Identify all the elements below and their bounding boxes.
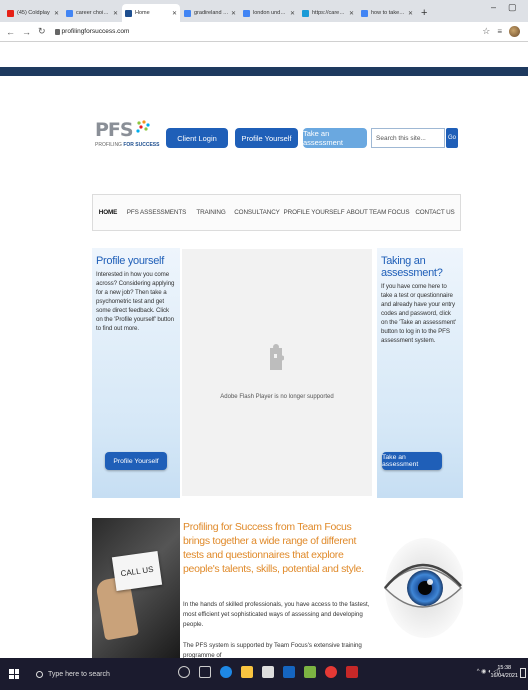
- tab-close-icon[interactable]: ✕: [231, 10, 236, 17]
- bookmark-star-icon[interactable]: ☆: [482, 26, 490, 37]
- site-search-input[interactable]: Search this site...: [371, 128, 445, 148]
- panel-title: Profile yourself: [96, 255, 164, 267]
- browser-tab[interactable]: https://careerspo✕: [299, 4, 357, 22]
- site-top-strip: [0, 67, 528, 76]
- logo-tagline: PROFILING FOR SUCCESS: [95, 142, 160, 148]
- reload-icon[interactable]: ↻: [38, 26, 46, 37]
- tab-close-icon[interactable]: ✕: [54, 10, 59, 17]
- cortana-icon[interactable]: [178, 666, 190, 678]
- call-us-image: CALL US: [92, 518, 180, 658]
- acrobat-icon[interactable]: [346, 666, 358, 678]
- chrome-icon[interactable]: [325, 666, 337, 678]
- nav-profile-yourself[interactable]: PROFILE YOURSELF: [282, 209, 346, 216]
- store-icon[interactable]: [262, 666, 274, 678]
- profile-yourself-panel: Profile yourself Interested in how you c…: [92, 248, 180, 498]
- tab-close-icon[interactable]: ✕: [349, 10, 354, 17]
- tab-close-icon[interactable]: ✕: [290, 10, 295, 17]
- panel-title: Taking an assessment?: [381, 255, 443, 279]
- intro-paragraph: In the hands of skilled professionals, y…: [183, 601, 370, 628]
- taskbar-search[interactable]: Type here to search: [36, 665, 110, 683]
- panel-text: If you have come here to take a test or …: [381, 283, 456, 344]
- maximize-icon[interactable]: ▢: [508, 2, 517, 13]
- windows-start-icon[interactable]: [9, 669, 19, 679]
- google-icon: [361, 9, 368, 17]
- panel-profile-yourself-button[interactable]: Profile Yourself: [105, 452, 167, 470]
- app-icon[interactable]: [304, 666, 316, 678]
- panel-text: Interested in how you come across? Consi…: [96, 271, 175, 332]
- nav-home[interactable]: HOME: [93, 209, 123, 216]
- taskbar-apps: [178, 666, 358, 678]
- notifications-icon[interactable]: [520, 668, 526, 678]
- new-tab-button[interactable]: +: [421, 4, 427, 22]
- windows-taskbar: Type here to search ^ ◉ ◐ ◁) 15:38 16/04…: [0, 658, 528, 690]
- tab-close-icon[interactable]: ✕: [113, 10, 118, 17]
- browser-tab[interactable]: (45) Coldplay ✕: [4, 4, 62, 22]
- pfs-logo[interactable]: PFS PROFILING FOR SUCCESS: [95, 119, 159, 148]
- forward-icon[interactable]: →: [22, 27, 31, 37]
- nav-pfs-assessments[interactable]: PFS ASSESSMENTS: [123, 209, 190, 216]
- search-icon: [36, 670, 43, 678]
- panel-take-assessment-button[interactable]: Take an assessment: [382, 452, 442, 470]
- minimize-icon[interactable]: –: [491, 2, 496, 12]
- search-go-button[interactable]: Go: [446, 128, 458, 148]
- site-favicon-icon: [302, 9, 309, 17]
- pfs-favicon-icon: [125, 9, 132, 17]
- taskbar-clock[interactable]: 15:38 16/04/2021: [490, 664, 518, 680]
- eye-image: [377, 518, 463, 658]
- browser-tab[interactable]: gradireland - Goo✕: [181, 4, 239, 22]
- google-icon: [66, 9, 73, 17]
- profile-avatar[interactable]: [509, 26, 520, 37]
- browser-tab-active[interactable]: Home ✕: [122, 4, 180, 22]
- browser-tab[interactable]: london undergro✕: [240, 4, 298, 22]
- nav-consultancy[interactable]: CONSULTANCY: [232, 209, 282, 216]
- flash-message: Adobe Flash Player is no longer supporte…: [220, 394, 334, 400]
- eye-illustration: [383, 538, 463, 638]
- youtube-icon: [7, 9, 14, 17]
- lock-icon[interactable]: [54, 28, 60, 35]
- logo-dots-icon: [136, 120, 150, 133]
- edge-icon[interactable]: [220, 666, 232, 678]
- flash-placeholder: Adobe Flash Player is no longer supporte…: [182, 249, 372, 496]
- nav-about-team-focus[interactable]: ABOUT TEAM FOCUS: [346, 209, 410, 216]
- take-assessment-button[interactable]: Take an assessment: [303, 128, 367, 148]
- profile-yourself-button[interactable]: Profile Yourself: [235, 128, 298, 148]
- main-nav: HOME PFS ASSESSMENTS TRAINING CONSULTANC…: [92, 194, 461, 231]
- task-view-icon[interactable]: [199, 666, 211, 678]
- plugin-puzzle-icon: [270, 344, 284, 370]
- taskbar-search-placeholder: Type here to search: [48, 670, 110, 678]
- address-bar: ← → ↻ profilingforsuccess.com ☆ ≡: [0, 22, 528, 42]
- google-icon: [184, 9, 191, 17]
- back-icon[interactable]: ←: [6, 27, 15, 37]
- google-icon: [243, 9, 250, 17]
- file-explorer-icon[interactable]: [241, 666, 253, 678]
- tab-close-icon[interactable]: ✕: [172, 10, 177, 17]
- browser-tab[interactable]: how to take a scre✕: [358, 4, 416, 22]
- taking-assessment-panel: Taking an assessment? If you have come h…: [377, 248, 463, 498]
- call-us-card: CALL US: [111, 550, 163, 592]
- url-field[interactable]: profilingforsuccess.com: [62, 28, 130, 35]
- reading-list-icon[interactable]: ≡: [497, 27, 502, 36]
- client-login-button[interactable]: Client Login: [166, 128, 228, 148]
- tab-close-icon[interactable]: ✕: [408, 10, 413, 17]
- intro-headline: Profiling for Success from Team Focus br…: [183, 521, 364, 575]
- nav-training[interactable]: TRAINING: [190, 209, 232, 216]
- nav-contact-us[interactable]: CONTACT US: [410, 209, 460, 216]
- browser-tab[interactable]: career choices do✕: [63, 4, 121, 22]
- mail-icon[interactable]: [283, 666, 295, 678]
- browser-tab-strip: (45) Coldplay✕ career choices do✕ Home✕ …: [0, 0, 528, 22]
